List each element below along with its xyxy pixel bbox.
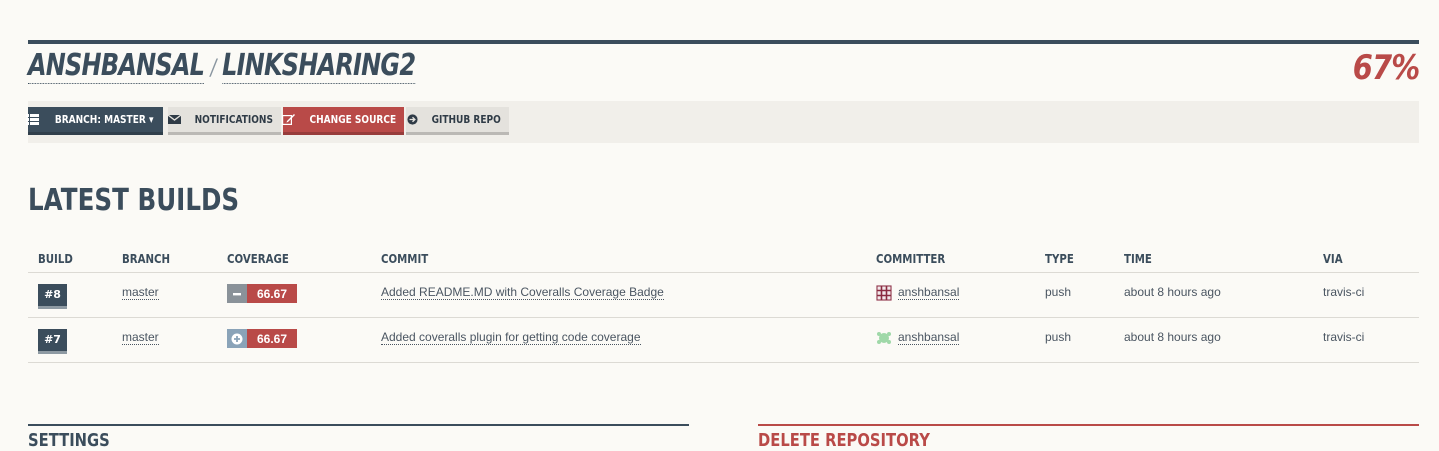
build-time: about 8 hours ago xyxy=(1124,285,1221,299)
minus-icon xyxy=(227,284,247,303)
repo-toolbar: BRANCH: MASTER ▾ NOTIFICATIONS CHANGE SO… xyxy=(26,101,1419,143)
table-row: #7 master 66.67 Added coveralls plugin f… xyxy=(28,317,1419,363)
build-time: about 8 hours ago xyxy=(1124,330,1221,344)
column-header-commit: COMMIT xyxy=(371,246,866,273)
notifications-label: NOTIFICATIONS xyxy=(194,113,273,126)
avatar xyxy=(876,285,892,301)
build-via: travis-ci xyxy=(1323,330,1365,344)
github-repo-button[interactable]: GITHUB REPO xyxy=(406,107,509,135)
coverage-value: 66.67 xyxy=(247,284,297,303)
committer-link[interactable]: anshbansal xyxy=(898,285,960,301)
edit-icon xyxy=(281,114,295,126)
coverage-badge[interactable]: 66.67 xyxy=(227,284,297,303)
branch-link[interactable]: master xyxy=(122,285,159,300)
branch-select-label: BRANCH: MASTER ▾ xyxy=(55,113,154,126)
column-header-time: TIME xyxy=(1114,246,1313,273)
committer-link[interactable]: anshbansal xyxy=(898,330,960,346)
github-repo-label: GITHUB REPO xyxy=(431,113,502,126)
repo-separator: / xyxy=(210,56,217,81)
build-number-link[interactable]: #7 xyxy=(38,329,67,354)
repo-name-link[interactable]: LINKSHARING2 xyxy=(222,48,416,84)
avatar xyxy=(876,330,892,346)
column-header-via: VIA xyxy=(1313,246,1419,273)
arrow-circle-right-icon xyxy=(406,114,419,125)
build-number-link[interactable]: #8 xyxy=(38,284,67,309)
table-row: #8 master 66.67 Added README.MD with Cov… xyxy=(28,272,1419,318)
envelope-icon xyxy=(167,114,182,125)
branch-link[interactable]: master xyxy=(122,330,159,345)
coverage-value: 66.67 xyxy=(247,329,297,348)
repo-owner-link[interactable]: ANSHBANSAL xyxy=(28,48,205,84)
settings-rule xyxy=(28,424,689,426)
branch-select-button[interactable]: BRANCH: MASTER ▾ xyxy=(26,107,163,135)
list-icon xyxy=(26,114,40,125)
build-via: travis-ci xyxy=(1323,285,1365,299)
coverage-badge[interactable]: 66.67 xyxy=(227,329,297,348)
notifications-button[interactable]: NOTIFICATIONS xyxy=(167,107,281,135)
builds-header-row: BUILD BRANCH COVERAGE COMMIT COMMITTER T… xyxy=(28,246,1419,273)
commit-link[interactable]: Added coveralls plugin for getting code … xyxy=(381,330,641,345)
plus-icon xyxy=(227,329,247,348)
change-source-button[interactable]: CHANGE SOURCE xyxy=(281,107,404,135)
column-header-coverage: COVERAGE xyxy=(217,246,371,273)
settings-title: SETTINGS xyxy=(28,430,110,451)
latest-builds-title: LATEST BUILDS xyxy=(28,183,240,218)
delete-repository-title: DELETE REPOSITORY xyxy=(758,430,930,451)
repo-coverage-percent: 67% xyxy=(1352,48,1419,88)
column-header-build: BUILD xyxy=(28,246,112,273)
column-header-type: TYPE xyxy=(1035,246,1114,273)
column-header-committer: COMMITTER xyxy=(866,246,1035,273)
builds-table: BUILD BRANCH COVERAGE COMMIT COMMITTER T… xyxy=(28,246,1419,363)
column-header-branch: BRANCH xyxy=(112,246,217,273)
build-type: push xyxy=(1045,285,1072,299)
build-type: push xyxy=(1045,330,1072,344)
commit-link[interactable]: Added README.MD with Coveralls Coverage … xyxy=(381,285,664,300)
change-source-label: CHANGE SOURCE xyxy=(309,113,396,126)
header-rule xyxy=(28,40,1419,44)
delete-repository-rule xyxy=(758,424,1419,426)
repo-title: ANSHBANSAL / LINKSHARING2 xyxy=(28,48,416,84)
